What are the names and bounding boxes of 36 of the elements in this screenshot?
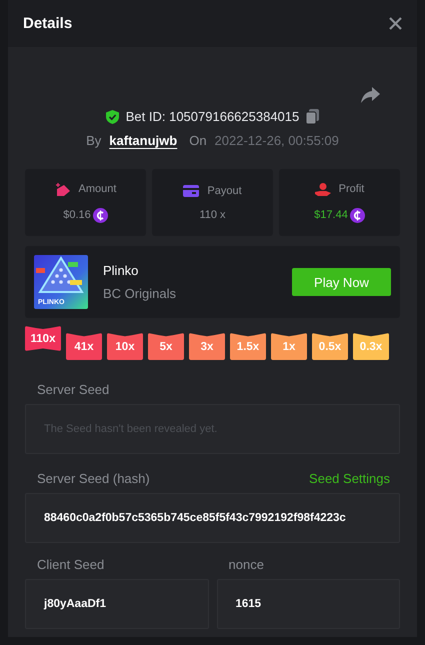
- stat-label: Amount: [78, 183, 116, 195]
- card-icon: [183, 184, 200, 196]
- game-provider: BC Originals: [103, 286, 177, 301]
- multiplier-chip: 10x: [107, 333, 143, 360]
- field-label: nonce: [228, 557, 265, 572]
- multiplier-chip: 5x: [148, 333, 184, 360]
- close-icon[interactable]: [389, 17, 402, 30]
- field-label: Server Seed: [36, 382, 110, 397]
- dialog-title: Details: [23, 15, 72, 32]
- stat-value: $17.44: [314, 209, 348, 221]
- stat-value: 110 x: [199, 208, 226, 220]
- on-label: On: [189, 133, 207, 148]
- stat-label: Payout: [207, 184, 242, 196]
- client-seed-field[interactable]: j80yAaaDf1: [25, 579, 208, 629]
- multiplier-chip: 41x: [66, 333, 102, 360]
- stat-label: Profit: [338, 183, 364, 195]
- username-link[interactable]: kaftanujwb: [109, 133, 178, 148]
- field-label: Server Seed (hash): [36, 471, 150, 486]
- multiplier-chip: 1.5x: [230, 333, 266, 360]
- multiplier-chip: 1x: [271, 333, 307, 360]
- bet-date: 2022-12-26, 00:55:09: [214, 133, 339, 148]
- nonce-field[interactable]: 1615: [216, 579, 400, 629]
- pyramid-drawing: [36, 256, 86, 296]
- multiplier-chip: 110x: [25, 326, 61, 351]
- copy-icon[interactable]: [306, 109, 320, 124]
- multiplier-chip: 0.5x: [312, 333, 348, 360]
- by-label: By: [86, 133, 102, 148]
- seed-settings-link[interactable]: Seed Settings: [309, 471, 390, 486]
- multiplier-chip: 3x: [189, 333, 225, 360]
- game-name: Plinko: [103, 263, 140, 278]
- stat-value: $0.16: [63, 209, 91, 221]
- field-label: Client Seed: [36, 557, 106, 572]
- bet-id: Bet ID: 105079166625384015: [126, 109, 300, 124]
- multiplier-chip: 0.3x: [353, 333, 389, 360]
- server-seed-hash-field[interactable]: 88460c0a2f0b57c5365b745ce85f5f43c7992192f98f4223c: [25, 493, 400, 543]
- share-icon[interactable]: [361, 87, 380, 103]
